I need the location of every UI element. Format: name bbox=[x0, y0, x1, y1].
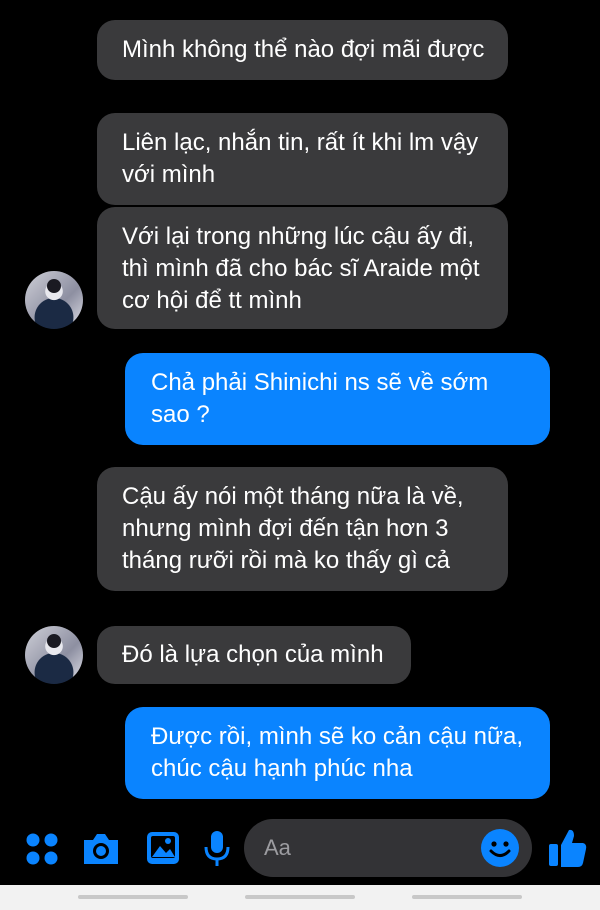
message-bubble-incoming[interactable]: Với lại trong những lúc cậu ấy đi, thì m… bbox=[97, 207, 508, 329]
message-text: Đó là lựa chọn của mình bbox=[122, 641, 384, 668]
message-text: Liên lạc, nhắn tin, rất ít khi lm vậy vớ… bbox=[122, 129, 479, 188]
contact-avatar[interactable] bbox=[25, 271, 83, 329]
microphone-icon[interactable] bbox=[203, 829, 231, 869]
message-bubble-outgoing[interactable]: Được rồi, mình sẽ ko cản cậu nữa, chúc c… bbox=[125, 707, 550, 799]
nav-home-button[interactable] bbox=[245, 895, 355, 899]
message-bubble-incoming[interactable]: Đó là lựa chọn của mình bbox=[97, 626, 411, 684]
nav-recents-button[interactable] bbox=[78, 895, 188, 899]
message-text: Mình không thể nào đợi mãi được bbox=[122, 36, 485, 63]
message-bubble-outgoing[interactable]: Chả phải Shinichi ns sẽ về sớm sao ? bbox=[125, 353, 550, 445]
message-bubble-incoming[interactable]: Mình không thể nào đợi mãi được bbox=[97, 20, 508, 80]
system-navigation-bar bbox=[0, 885, 600, 910]
camera-icon[interactable] bbox=[80, 831, 122, 867]
contact-avatar[interactable] bbox=[25, 626, 83, 684]
message-text: Cậu ấy nói một tháng nữa là về, nhưng mì… bbox=[122, 483, 464, 574]
message-text: Chả phải Shinichi ns sẽ về sớm sao ? bbox=[151, 369, 489, 428]
message-bubble-incoming[interactable]: Liên lạc, nhắn tin, rất ít khi lm vậy vớ… bbox=[97, 113, 508, 205]
message-text: Với lại trong những lúc cậu ấy đi, thì m… bbox=[122, 223, 480, 314]
message-text: Được rồi, mình sẽ ko cản cậu nữa, chúc c… bbox=[151, 723, 524, 782]
thumbs-up-icon[interactable] bbox=[547, 826, 589, 870]
emoji-icon[interactable] bbox=[480, 828, 520, 868]
four-dots-icon[interactable] bbox=[24, 831, 60, 867]
message-bubble-incoming[interactable]: Cậu ấy nói một tháng nữa là về, nhưng mì… bbox=[97, 467, 508, 591]
nav-back-button[interactable] bbox=[412, 895, 522, 899]
message-input-placeholder: Aa bbox=[264, 835, 291, 860]
image-icon[interactable] bbox=[144, 829, 182, 867]
